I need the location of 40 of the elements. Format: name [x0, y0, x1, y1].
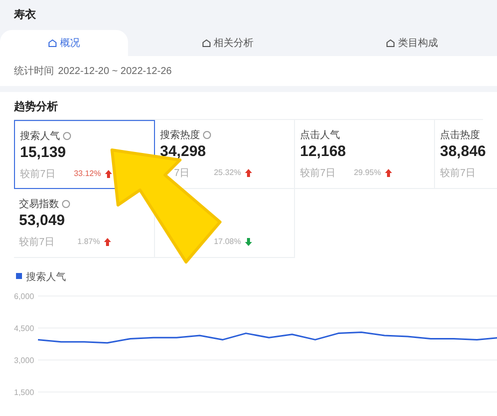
metric-title: 点击热度 [440, 128, 480, 142]
house-icon [202, 39, 211, 47]
change-percent: 29.95% [354, 167, 381, 179]
help-icon[interactable] [63, 132, 71, 140]
metric-title: 搜索人气 [20, 130, 60, 144]
metric-value: 12,168 [300, 143, 346, 160]
legend-label: 搜索人气 [26, 270, 66, 285]
tab[interactable]: 相关分析 [128, 30, 328, 56]
metric-title: 点击人气 [300, 128, 340, 142]
compare-label: 较前7日 [300, 166, 336, 180]
tab[interactable]: 概况 [0, 30, 128, 56]
tab[interactable]: 类目构成 [327, 30, 497, 56]
metric-value: 38,846 [440, 143, 486, 160]
change-percent: 1.87% [77, 236, 100, 248]
compare-label: 较前7日 [20, 168, 56, 182]
compare-label: 较前7日 [440, 166, 476, 180]
help-icon[interactable] [203, 131, 211, 139]
metric-value: 15,139 [20, 144, 66, 161]
compare-label: 较前7日 [19, 236, 55, 250]
metric-title: 交易指数 [19, 198, 59, 212]
change-percent: 17.08% [214, 236, 241, 248]
metric-card[interactable]: 点击人气 12,168 较前7日 29.95% [295, 120, 435, 189]
change-percent: 25.32% [214, 167, 241, 179]
axis-label: 4,500 [14, 324, 34, 333]
date-label: 统计时间 [14, 64, 54, 78]
metric-card[interactable]: 点击热度 38,846 较前7日 [435, 120, 497, 189]
house-icon [48, 39, 57, 47]
axis-label: 6,000 [14, 292, 34, 301]
house-icon [386, 39, 396, 47]
page-title: 寿衣 [12, 8, 37, 23]
help-icon[interactable] [62, 200, 70, 208]
metric-value: 34,298 [160, 143, 206, 160]
axis-label: 3,000 [14, 356, 34, 365]
metric-value: 53,049 [19, 212, 65, 229]
metric-title: 搜索热度 [160, 128, 200, 142]
axis-label: 1,500 [14, 388, 34, 397]
compare-label: 7日 [174, 166, 190, 180]
section-title: 趋势分析 [14, 92, 483, 120]
change-percent: 33.12% [74, 168, 101, 180]
date-range: 2022-12-20 ~ 2022-12-26 [58, 64, 172, 78]
